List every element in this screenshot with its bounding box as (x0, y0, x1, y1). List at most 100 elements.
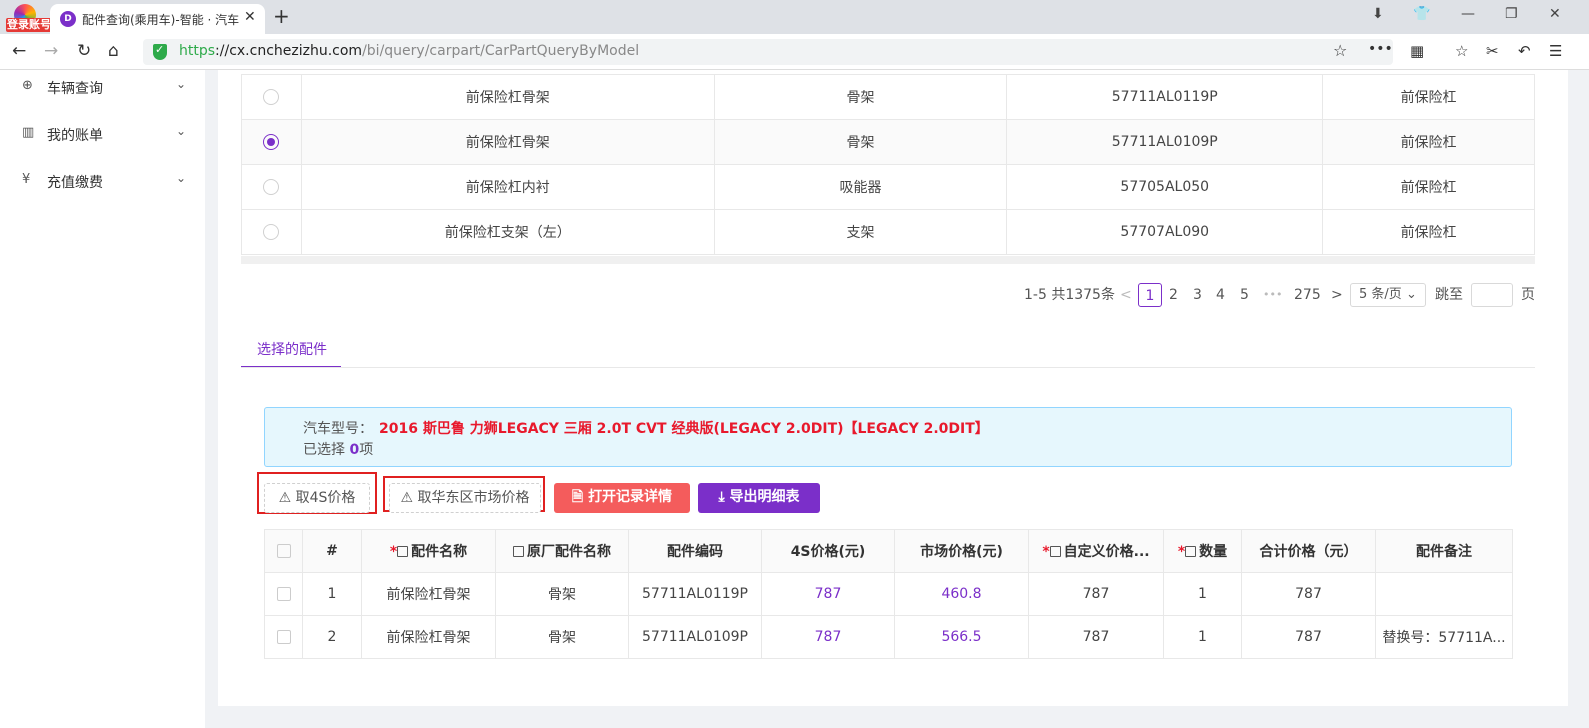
custom-price-cell[interactable]: 787 (1028, 572, 1164, 616)
table-row: 2 前保险杠骨架 骨架 57711AL0109P 787 566.5 787 1… (264, 615, 1513, 659)
browser-tab-bar: 登录账号 D 配件查询(乘用车)-智能 · 汽车 ✕ + ⬇ 👕 — ❐ ✕ (0, 0, 1589, 34)
close-window-icon[interactable]: ✕ (1549, 6, 1561, 22)
minimize-icon[interactable]: — (1461, 6, 1475, 22)
part-group-cell: 前保险杠 (1322, 74, 1535, 120)
close-tab-icon[interactable]: ✕ (244, 9, 256, 25)
jump-page-input[interactable] (1471, 283, 1513, 307)
menu-icon[interactable]: ☰ (1549, 42, 1562, 60)
browser-tab[interactable]: D 配件查询(乘用车)-智能 · 汽车 ✕ (50, 4, 265, 34)
export-button[interactable]: ⤓ 导出明细表 (698, 483, 820, 513)
page-2-button[interactable]: 2 (1169, 283, 1178, 307)
tab-selected-parts[interactable]: 选择的配件 (241, 335, 341, 368)
browser-address-bar: ← → ↻ ⌂ https://cx.cnchezizhu.com/bi/que… (0, 34, 1589, 70)
custom-price-cell[interactable]: 787 (1028, 615, 1164, 659)
header-part-name: * 配件名称 (361, 529, 496, 573)
chevron-down-icon: ⌄ (176, 171, 187, 185)
part-category-cell: 支架 (713, 209, 1008, 255)
login-badge[interactable]: 登录账号 (6, 18, 52, 32)
sidebar-item-vehicle-query[interactable]: ⊕ 车辆查询 ⌄ (0, 72, 205, 102)
next-page-button[interactable]: > (1331, 283, 1343, 307)
part-name-cell[interactable]: 前保险杠骨架 (361, 572, 496, 616)
row-radio[interactable] (263, 179, 280, 195)
vehicle-model-value: 2016 斯巴鲁 力狮LEGACY 三厢 2.0T CVT 经典版(LEGACY… (379, 421, 989, 437)
bookmark-star-icon[interactable]: ☆ (1333, 41, 1347, 60)
back-icon[interactable]: ← (12, 41, 26, 61)
row-radio-cell[interactable] (241, 164, 302, 210)
part-code-cell: 57705AL050 (1006, 164, 1324, 210)
page-1-button[interactable]: 1 (1138, 283, 1162, 307)
row-radio-selected[interactable] (263, 134, 280, 150)
apps-grid-icon[interactable]: ▦ (1410, 42, 1424, 60)
table-row[interactable]: 前保险杠骨架 骨架 57711AL0109P 前保险杠 (241, 119, 1535, 165)
header-custom-price-label: 自定义价格... (1063, 544, 1150, 560)
page-5-button[interactable]: 5 (1240, 283, 1249, 307)
qty-cell[interactable]: 1 (1163, 572, 1242, 616)
row-checkbox-cell[interactable] (264, 572, 303, 616)
total-cell: 787 (1241, 615, 1376, 659)
vehicle-model-row: 汽车型号： 2016 斯巴鲁 力狮LEGACY 三厢 2.0T CVT 经典版(L… (303, 418, 989, 438)
page-size-select[interactable]: 5 条/页 ⌄ (1350, 283, 1426, 307)
pagination-ellipsis[interactable]: ••• (1263, 283, 1282, 307)
undo-icon[interactable]: ↶ (1518, 42, 1531, 60)
sidebar-item-recharge[interactable]: ¥ 充值缴费 ⌄ (0, 166, 205, 196)
more-dots-icon[interactable]: ••• (1368, 41, 1393, 57)
forward-icon[interactable]: → (44, 41, 58, 61)
part-group-cell: 前保险杠 (1322, 209, 1535, 255)
oem-name-cell[interactable]: 骨架 (495, 572, 629, 616)
part-category-cell: 吸能器 (713, 164, 1008, 210)
favorites-icon[interactable]: ☆ (1455, 42, 1468, 60)
table-row[interactable]: 前保险杠支架（左） 支架 57707AL090 前保险杠 (241, 209, 1535, 255)
sidebar: ⊕ 车辆查询 ⌄ ▥ 我的账单 ⌄ ¥ 充值缴费 ⌄ (0, 70, 205, 728)
prev-page-button[interactable]: < (1120, 283, 1132, 307)
price-4s-cell: 787 (761, 615, 895, 659)
pagination-summary: 1-5 共1375条 (1024, 287, 1115, 303)
selected-parts-table: # * 配件名称 原厂配件名称 配件编码 4S价格(元) 市场价格(元) * 自定义… (264, 529, 1513, 659)
skin-icon[interactable]: 👕 (1413, 6, 1430, 22)
jump-label: 跳至 (1435, 287, 1463, 303)
edit-icon (397, 546, 409, 557)
oem-name-cell[interactable]: 骨架 (495, 615, 629, 659)
row-checkbox[interactable] (276, 587, 291, 601)
open-records-button[interactable]: 🗎 打开记录详情 (554, 483, 690, 513)
page-3-button[interactable]: 3 (1193, 283, 1202, 307)
restore-icon[interactable]: ❐ (1505, 6, 1518, 22)
row-radio[interactable] (263, 89, 280, 105)
sidebar-item-my-bills[interactable]: ▥ 我的账单 ⌄ (0, 119, 205, 149)
row-radio[interactable] (263, 224, 280, 240)
row-radio-cell[interactable] (241, 74, 302, 120)
part-name-cell[interactable]: 前保险杠骨架 (361, 615, 496, 659)
parts-result-table: 前保险杠骨架 骨架 57711AL0119P 前保险杠 前保险杠骨架 骨架 57… (241, 74, 1535, 255)
browser-logo[interactable]: 登录账号 (6, 4, 52, 32)
tab-divider (241, 367, 1535, 368)
code-cell: 57711AL0109P (628, 615, 762, 659)
select-all-checkbox[interactable] (276, 544, 291, 558)
table-row[interactable]: 前保险杠内衬 吸能器 57705AL050 前保险杠 (241, 164, 1535, 210)
table-row[interactable]: 前保险杠骨架 骨架 57711AL0119P 前保险杠 (241, 74, 1535, 120)
get-east-china-price-button[interactable]: ⚠ 取华东区市场价格 (389, 483, 541, 513)
row-checkbox[interactable] (276, 630, 291, 644)
header-qty-label: 数量 (1199, 544, 1228, 560)
header-code: 配件编码 (628, 529, 762, 573)
scissors-icon[interactable]: ✂ (1486, 42, 1499, 60)
chevron-down-icon: ⌄ (176, 77, 187, 91)
new-tab-icon[interactable]: + (273, 4, 290, 28)
horizontal-scrollbar[interactable] (241, 256, 1535, 264)
get-4s-price-button[interactable]: ⚠ 取4S价格 (264, 483, 370, 513)
download-icon: ⤓ (718, 489, 725, 505)
row-checkbox-cell[interactable] (264, 615, 303, 659)
header-oem-name-label: 原厂配件名称 (527, 544, 611, 560)
home-icon[interactable]: ⌂ (108, 41, 119, 61)
note-cell: 替换号：57711A... (1375, 615, 1513, 659)
row-radio-cell[interactable] (241, 209, 302, 255)
jump-suffix: 页 (1521, 287, 1535, 303)
row-radio-cell[interactable] (241, 119, 302, 165)
sidebar-item-label: 我的账单 (47, 128, 103, 144)
select-all-cell[interactable] (264, 529, 303, 573)
qty-cell[interactable]: 1 (1163, 615, 1242, 659)
page-4-button[interactable]: 4 (1216, 283, 1225, 307)
download-icon[interactable]: ⬇ (1372, 6, 1384, 22)
last-page-button[interactable]: 275 (1294, 283, 1321, 307)
reload-icon[interactable]: ↻ (77, 41, 91, 61)
url-input[interactable]: https://cx.cnchezizhu.com/bi/query/carpa… (143, 39, 1393, 65)
vehicle-model-label: 汽车型号： (303, 421, 373, 437)
